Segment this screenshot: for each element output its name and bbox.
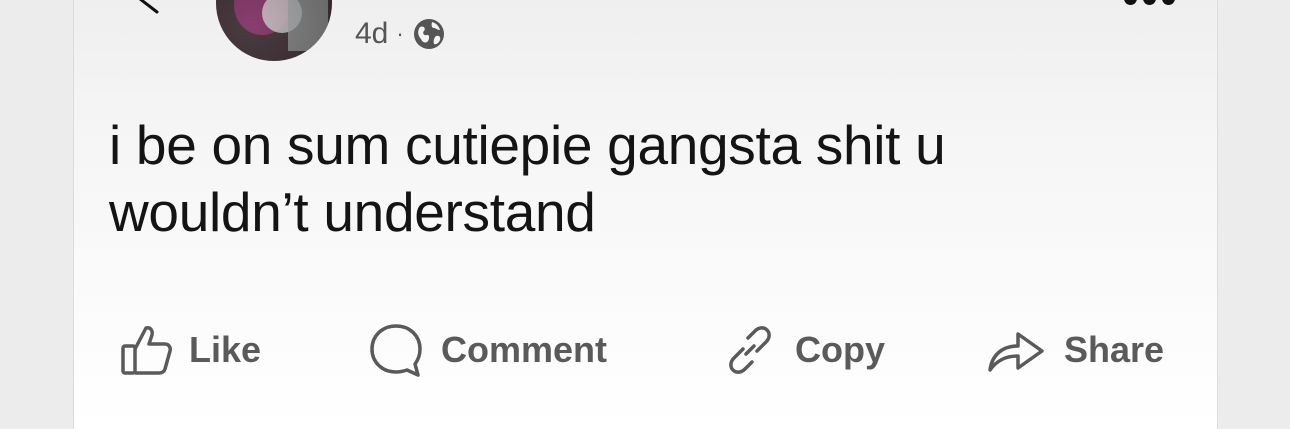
chevron-left-icon[interactable] (123, 0, 163, 26)
copy-button[interactable]: Copy (721, 318, 885, 382)
post-meta: 4d · (355, 12, 446, 56)
post-text: i be on sum cutiepie gangsta shit u woul… (109, 114, 946, 243)
share-arrow-icon (988, 332, 1044, 372)
avatar[interactable] (216, 0, 332, 61)
meta-separator: · (396, 21, 404, 46)
share-label: Share (1064, 329, 1165, 370)
like-label: Like (189, 329, 262, 370)
more-horizontal-icon[interactable] (1124, 0, 1175, 5)
comment-bubble-icon (370, 324, 422, 377)
post-time: 4d (355, 17, 389, 50)
comment-label: Comment (441, 329, 608, 370)
copy-label: Copy (795, 329, 885, 370)
post-card: 4d · i be on sum cutiepie gangsta shit u… (73, 0, 1218, 429)
comment-button[interactable]: Comment (367, 318, 607, 382)
globe-icon (413, 19, 444, 49)
share-button[interactable]: Share (984, 318, 1164, 382)
like-button[interactable]: Like (119, 318, 261, 382)
link-icon (729, 326, 771, 374)
thumbs-up-icon (121, 326, 172, 375)
